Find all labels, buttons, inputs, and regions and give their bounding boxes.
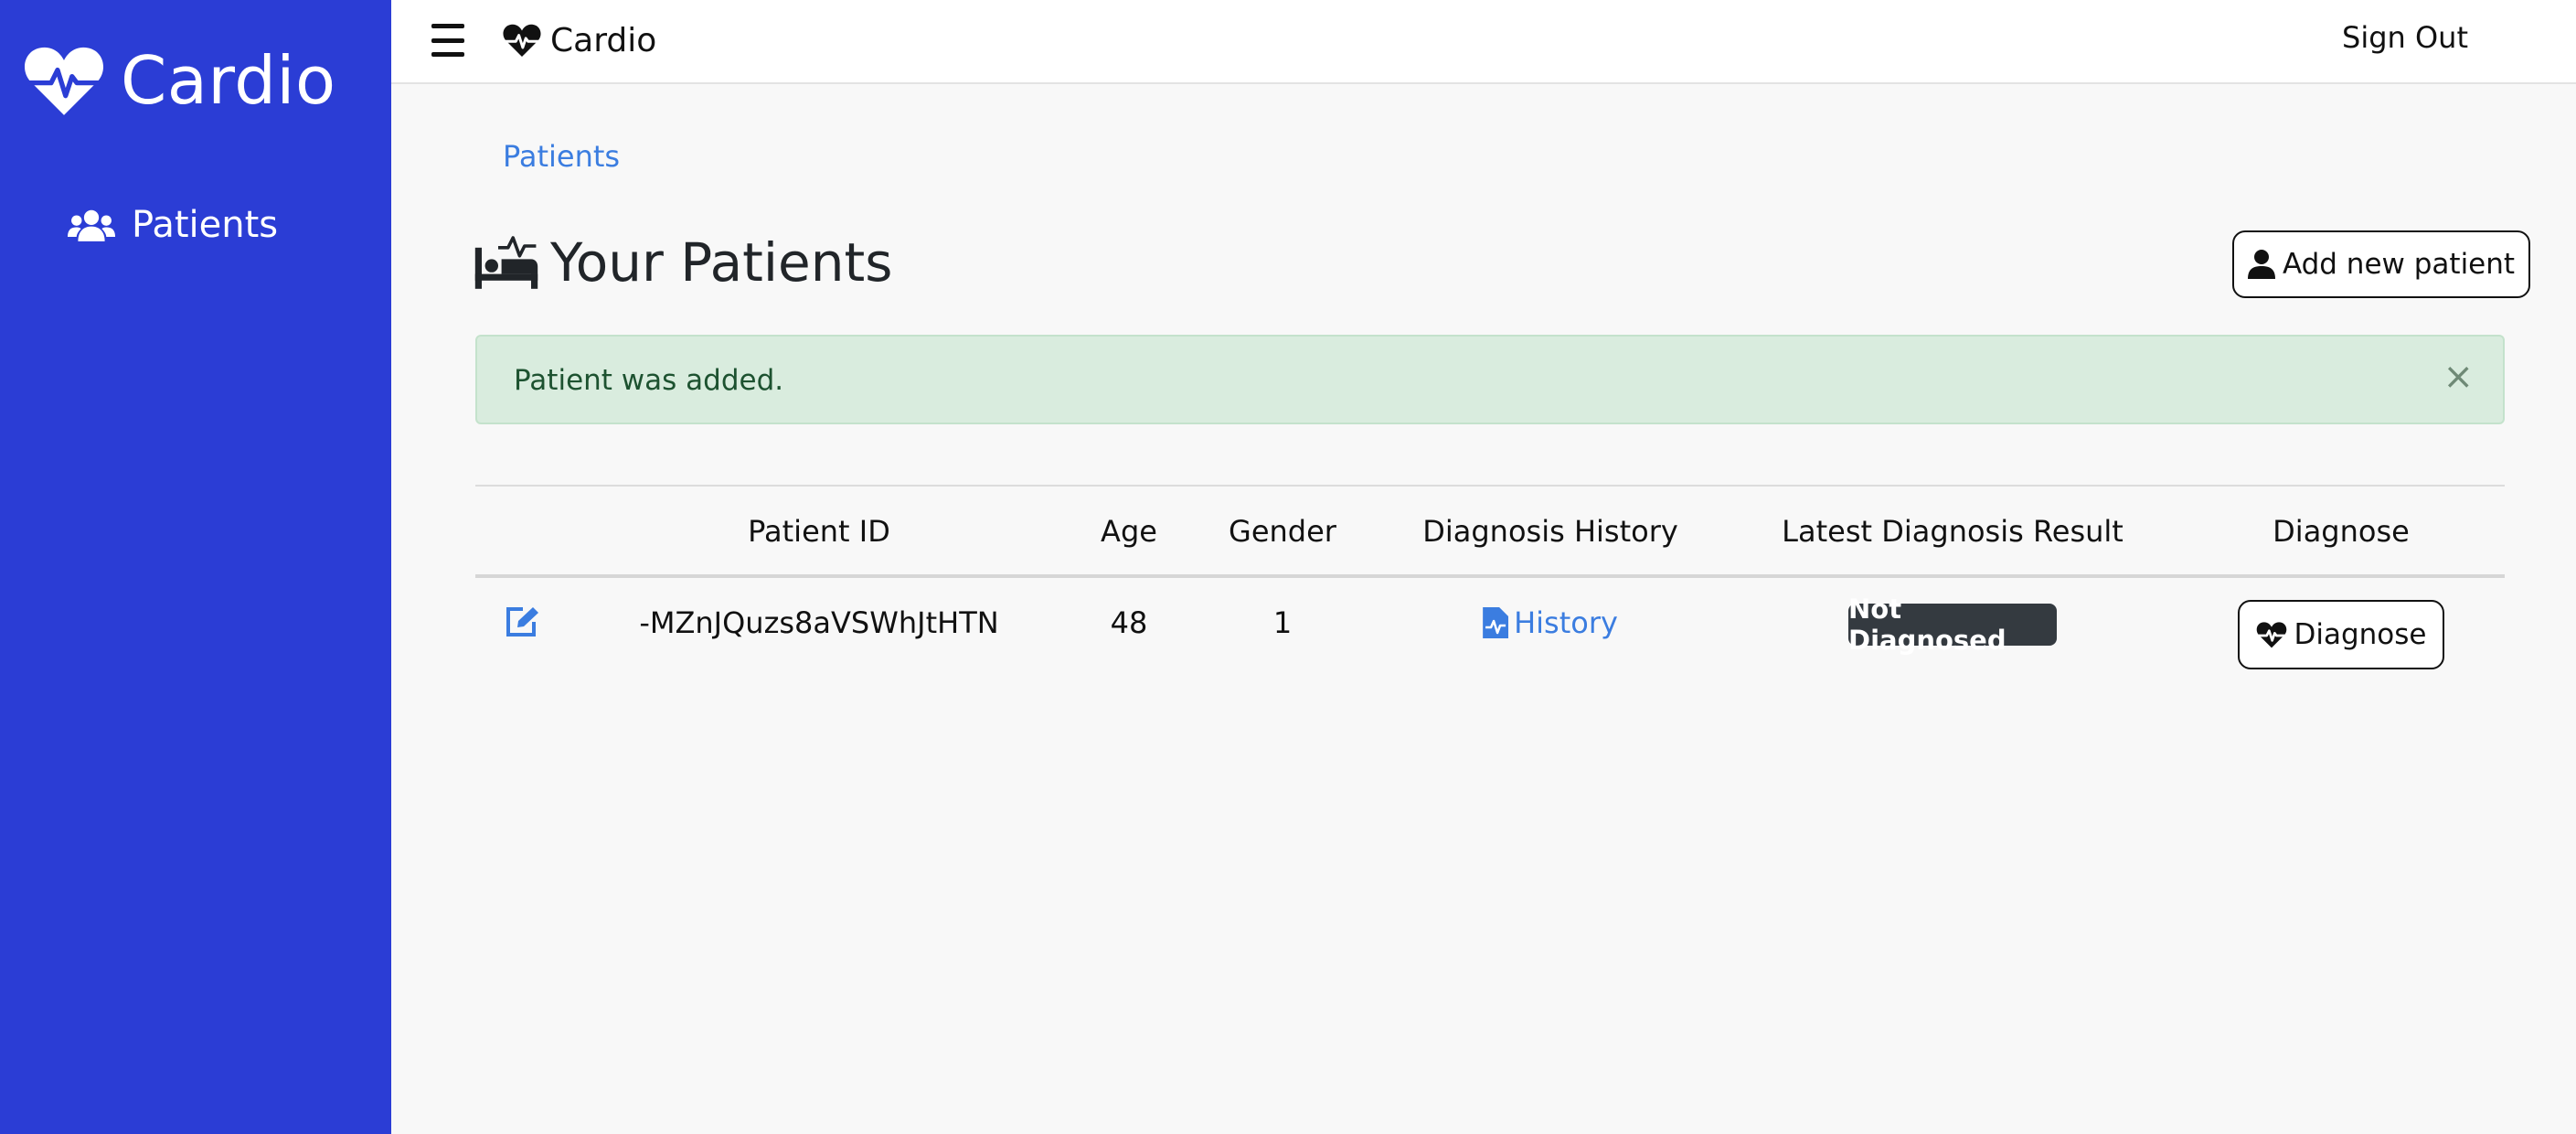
- diagnose-button[interactable]: Diagnose: [2238, 600, 2444, 669]
- bed-pulse-icon: [474, 236, 538, 289]
- cell-patient-id: -MZnJQuzs8aVSWhJtHTN: [639, 605, 999, 640]
- top-navbar: Cardio Sign Out: [391, 0, 2576, 84]
- add-patient-label: Add new patient: [2282, 248, 2516, 281]
- sidebar-item-patients[interactable]: Patients: [68, 196, 278, 254]
- sidebar: Cardio Patients: [0, 0, 391, 1134]
- add-patient-button[interactable]: Add new patient: [2232, 230, 2530, 298]
- navbar-brand[interactable]: Cardio: [503, 15, 656, 66]
- sidebar-brand[interactable]: Cardio: [24, 40, 336, 121]
- column-header-latest-result: Latest Diagnosis Result: [1782, 514, 2124, 549]
- heart-pulse-icon: [2256, 622, 2286, 648]
- cell-gender: 1: [1272, 605, 1293, 640]
- breadcrumb[interactable]: Patients: [503, 139, 620, 174]
- users-icon: [68, 209, 115, 241]
- column-header-diagnosis-history: Diagnosis History: [1422, 514, 1678, 549]
- navbar-brand-name: Cardio: [550, 21, 657, 59]
- sign-out-link[interactable]: Sign Out: [2342, 20, 2468, 55]
- column-header-age: Age: [1101, 514, 1157, 549]
- page-title: Your Patients: [474, 229, 892, 296]
- history-link[interactable]: History: [1483, 605, 1618, 640]
- close-icon[interactable]: ×: [2443, 358, 2474, 395]
- sidebar-item-label: Patients: [132, 204, 279, 246]
- column-header-diagnose: Diagnose: [2273, 514, 2410, 549]
- column-header-gender: Gender: [1229, 514, 1336, 549]
- user-icon: [2247, 250, 2275, 279]
- status-badge: Not Diagnosed: [1848, 594, 2057, 656]
- table-header-divider: [475, 574, 2505, 578]
- sidebar-brand-name: Cardio: [121, 42, 336, 119]
- heart-pulse-icon: [503, 24, 541, 58]
- edit-icon[interactable]: [505, 605, 539, 638]
- diagnose-button-label: Diagnose: [2294, 618, 2427, 651]
- file-medical-icon: [1483, 607, 1509, 638]
- table-top-border: [475, 485, 2505, 487]
- page-title-text: Your Patients: [550, 231, 893, 294]
- heart-pulse-icon: [24, 47, 104, 115]
- history-link-label: History: [1514, 605, 1618, 640]
- column-header-patient-id: Patient ID: [748, 514, 890, 549]
- success-alert: Patient was added. ×: [475, 335, 2505, 424]
- cell-age: 48: [1110, 605, 1148, 640]
- menu-toggle-icon[interactable]: [431, 24, 464, 57]
- alert-message: Patient was added.: [514, 364, 784, 397]
